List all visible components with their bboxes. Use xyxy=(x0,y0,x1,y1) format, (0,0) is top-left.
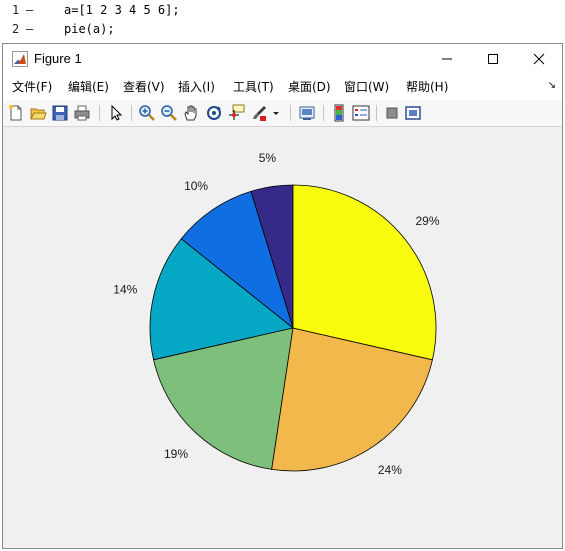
toolbar-separator xyxy=(290,105,291,121)
breakpoint-marker[interactable]: — xyxy=(26,0,33,20)
code-text[interactable]: a=[1 2 3 4 5 6]; xyxy=(64,0,180,20)
pie-slice-label[interactable]: 10% xyxy=(184,179,208,193)
brush-icon[interactable] xyxy=(250,104,268,122)
menu-view[interactable]: 查看(V) xyxy=(123,74,165,100)
open-file-icon[interactable] xyxy=(29,104,47,122)
maximize-button[interactable] xyxy=(470,44,516,74)
print-icon[interactable] xyxy=(73,104,91,122)
menu-edit[interactable]: 编辑(E) xyxy=(68,74,109,100)
pie-slice-label[interactable]: 19% xyxy=(164,447,188,461)
toolbar-separator xyxy=(323,105,324,121)
menu-desktop[interactable]: 桌面(D) xyxy=(288,74,331,100)
code-text[interactable]: pie(a); xyxy=(64,19,115,39)
menu-help[interactable]: 帮助(H) xyxy=(406,74,448,100)
close-button[interactable] xyxy=(516,44,562,74)
menu-insert[interactable]: 插入(I) xyxy=(178,74,215,100)
toolbar-separator xyxy=(376,105,377,121)
code-line[interactable]: 2 — pie(a); xyxy=(0,19,565,39)
minimize-icon xyxy=(442,58,452,60)
hide-plot-tools-icon[interactable] xyxy=(383,104,401,122)
toolbar-separator xyxy=(99,105,100,121)
pan-hand-icon[interactable] xyxy=(182,104,200,122)
code-editor[interactable]: 1 — a=[1 2 3 4 5 6]; 2 — pie(a); xyxy=(0,0,565,44)
rotate-3d-icon[interactable] xyxy=(205,104,223,122)
data-cursor-icon[interactable] xyxy=(227,104,245,122)
pie-slice-label[interactable]: 29% xyxy=(415,214,439,228)
figure-toolbar xyxy=(3,100,562,127)
code-line[interactable]: 1 — a=[1 2 3 4 5 6]; xyxy=(0,0,565,20)
save-icon[interactable] xyxy=(51,104,69,122)
maximize-icon xyxy=(488,54,498,64)
pie-slice-label[interactable]: 14% xyxy=(113,283,137,297)
link-plot-icon[interactable] xyxy=(298,104,316,122)
legend-icon[interactable] xyxy=(352,104,370,122)
menu-window[interactable]: 窗口(W) xyxy=(344,74,389,100)
title-bar[interactable]: Figure 1 xyxy=(3,44,562,74)
pie-slice-label[interactable]: 5% xyxy=(259,151,277,165)
new-figure-icon[interactable] xyxy=(7,104,25,122)
close-icon xyxy=(533,53,545,65)
menu-file[interactable]: 文件(F) xyxy=(12,74,52,100)
pie-chart[interactable]: 5% 10% 14% 19% 24% 29% xyxy=(3,127,562,548)
plot-area[interactable]: 5% 10% 14% 19% 24% 29% xyxy=(3,127,562,548)
figure-window: Figure 1 文件(F) 编辑(E) 查看(V) 插入(I) 工具(T) 桌… xyxy=(2,43,563,549)
line-number: 2 xyxy=(12,22,20,36)
line-number: 1 xyxy=(12,3,20,17)
matlab-logo-icon xyxy=(12,51,28,67)
brush-dropdown-icon[interactable] xyxy=(271,104,281,122)
breakpoint-marker[interactable]: — xyxy=(26,19,33,39)
minimize-button[interactable] xyxy=(424,44,470,74)
zoom-in-icon[interactable] xyxy=(138,104,156,122)
menu-tools[interactable]: 工具(T) xyxy=(233,74,274,100)
select-arrow-icon[interactable] xyxy=(107,104,125,122)
menu-bar: 文件(F) 编辑(E) 查看(V) 插入(I) 工具(T) 桌面(D) 窗口(W… xyxy=(3,74,562,100)
menu-overflow-icon[interactable]: ↘ xyxy=(548,80,556,91)
zoom-out-icon[interactable] xyxy=(160,104,178,122)
colorbar-icon[interactable] xyxy=(330,104,348,122)
toolbar-separator xyxy=(131,105,132,121)
show-plot-tools-icon[interactable] xyxy=(404,104,422,122)
screen: 1 — a=[1 2 3 4 5 6]; 2 — pie(a); Figure … xyxy=(0,0,565,551)
window-title: Figure 1 xyxy=(34,51,82,66)
pie-slice-label[interactable]: 24% xyxy=(378,463,402,477)
